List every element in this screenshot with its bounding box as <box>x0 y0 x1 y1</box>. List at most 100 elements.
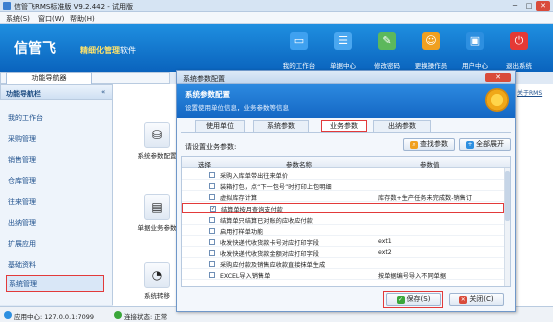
user-icon: ☺ <box>422 32 440 50</box>
table-row[interactable]: ✓ 结算单按月查询支付款 <box>182 203 504 214</box>
table-row[interactable]: 收发快递代收货款卡号对应打印字段 ext1 <box>182 237 504 247</box>
app-logo: 信管飞 <box>14 41 56 57</box>
documents-label[interactable]: 单据中心 <box>323 60 363 70</box>
nav-item-purchase[interactable]: 采购管理 <box>6 131 104 148</box>
window-titlebar: 信管飞RMS标准版 V9.2.442 - 试用版 ─ □ ✕ <box>0 0 553 12</box>
monitor-icon: ▣ <box>466 32 484 50</box>
scrollbar-thumb[interactable] <box>505 171 510 221</box>
list-icon: ☰ <box>334 32 352 50</box>
param-value[interactable]: 库存数+生产任务未完成数-销售订 <box>378 193 472 202</box>
database-gear-icon: ⛁ <box>144 122 170 148</box>
nav-item-workbench[interactable]: 我的工作台 <box>6 110 104 127</box>
monitor-icon: ▭ <box>290 32 308 50</box>
param-name: 结算单只结算已对账的应收应付款 <box>220 218 313 225</box>
param-name: 装箱打包，点“下一包号”时打印上包明细 <box>220 184 332 191</box>
tab-divider <box>181 132 511 133</box>
row-checkbox[interactable] <box>209 194 215 200</box>
param-value[interactable]: ext2 <box>378 249 392 256</box>
expand-all-button[interactable]: + 全部展开 <box>459 138 511 151</box>
table-row[interactable]: 采购入库单带出往来单价 <box>182 170 504 180</box>
collapse-icon[interactable]: « <box>101 88 105 96</box>
close-icon: ✕ <box>459 296 468 304</box>
workbench-button[interactable]: ▭ <box>287 32 311 50</box>
documents-button[interactable]: ☰ <box>331 32 355 50</box>
system-config-label: 系统参数配置 <box>137 152 177 160</box>
exit-button[interactable]: ⏻ <box>507 32 531 50</box>
table-header: 选择 参数名称 参数值 <box>182 157 510 169</box>
change-password-label[interactable]: 修改密码 <box>367 60 407 70</box>
row-checkbox[interactable] <box>209 172 215 178</box>
server-icon <box>4 311 12 319</box>
user-center-button[interactable]: ▣ <box>463 32 487 50</box>
nav-item-cashier[interactable]: 出纳管理 <box>6 215 104 232</box>
row-checkbox[interactable] <box>209 217 215 223</box>
dialog-header: 系统参数配置 设置使用单位信息，业务参数等信息 <box>177 84 515 118</box>
menu-bar: 系统(S) 窗口(W) 帮助(H) <box>0 12 553 24</box>
user-center-label[interactable]: 用户中心 <box>455 60 495 70</box>
row-checkbox[interactable] <box>209 239 215 245</box>
expand-icon: + <box>466 141 474 149</box>
table-row[interactable]: 收发快递代收货款金额对应打印字段 ext2 <box>182 248 504 258</box>
nav-item-sales[interactable]: 销售管理 <box>6 152 104 169</box>
row-checkbox[interactable]: ✓ <box>210 206 216 212</box>
param-value[interactable]: 按单据编号导入不同单据 <box>378 271 446 280</box>
nav-item-basic-data[interactable]: 基础资料 <box>6 257 104 274</box>
column-select: 选择 <box>198 161 211 169</box>
row-checkbox[interactable] <box>209 250 215 256</box>
exit-label[interactable]: 退出系统 <box>499 60 539 70</box>
close-button[interactable]: ✕ 关闭(C) <box>449 293 504 306</box>
search-params-button[interactable]: ⌕ 查找参数 <box>403 138 455 151</box>
table-row[interactable]: EXCEL导入销售单 按单据编号导入不同单据 <box>182 270 504 280</box>
param-value[interactable]: ext1 <box>378 238 392 245</box>
dialog-title: 系统参数配置 <box>183 75 225 83</box>
about-link[interactable]: 关于RMS <box>517 88 542 97</box>
tab-system-params[interactable]: 系统参数 <box>253 120 309 132</box>
nav-header: 功能导航栏 « <box>0 84 113 100</box>
documents-icon: ▤ <box>144 194 170 220</box>
save-label: 保存(S) <box>406 295 431 303</box>
power-icon: ⏻ <box>510 32 528 50</box>
change-password-button[interactable]: ✎ <box>375 32 399 50</box>
table-row[interactable]: 采购应付款及销售应收款直接抹单生成 <box>182 259 504 269</box>
switch-operator-button[interactable]: ☺ <box>419 32 443 50</box>
nav-item-accounts[interactable]: 往来管理 <box>6 194 104 211</box>
tab-organization[interactable]: 使用单位 <box>195 120 245 132</box>
row-checkbox[interactable] <box>209 228 215 234</box>
table-row[interactable]: 启用打样单功能 <box>182 226 504 236</box>
row-checkbox[interactable] <box>209 261 215 267</box>
search-params-label: 查找参数 <box>420 140 448 148</box>
key-icon: ✎ <box>378 32 396 50</box>
close-window-button[interactable]: ✕ <box>536 1 550 11</box>
param-name: 虚拟库存计算 <box>220 195 258 202</box>
table-row[interactable]: 虚拟库存计算 库存数+生产任务未完成数-销售订 <box>182 192 504 202</box>
slogan-text: 软件 <box>120 46 136 55</box>
nav-header-title: 功能导航栏 <box>6 90 41 98</box>
dialog-header-title: 系统参数配置 <box>185 90 230 99</box>
dialog-header-subtitle: 设置使用单位信息，业务参数等信息 <box>185 104 289 112</box>
nav-item-warehouse[interactable]: 仓库管理 <box>6 173 104 190</box>
row-checkbox[interactable] <box>209 183 215 189</box>
table-row[interactable]: 结算单只结算已对账的应收应付款 <box>182 215 504 225</box>
tab-cashier-params[interactable]: 出纳参数 <box>373 120 431 132</box>
nav-item-system-management[interactable]: 系统管理 <box>6 275 104 292</box>
setting-label: 请设置业务参数: <box>185 143 237 151</box>
tab-function-navigator[interactable]: 功能导航器 <box>6 72 92 84</box>
row-checkbox[interactable] <box>209 272 215 278</box>
maximize-button[interactable]: □ <box>522 1 536 11</box>
nav-item-extensions[interactable]: 扩展应用 <box>6 236 104 253</box>
dialog-close-button[interactable]: ✕ <box>485 73 511 82</box>
switch-operator-label[interactable]: 更换操作员 <box>411 60 451 70</box>
workbench-label[interactable]: 我的工作台 <box>279 60 319 70</box>
save-button[interactable]: ✓ 保存(S) <box>386 293 441 306</box>
menu-window[interactable]: 窗口(W) <box>38 14 64 24</box>
window-title: 信管飞RMS标准版 V9.2.442 - 试用版 <box>14 3 134 11</box>
params-table: 选择 参数名称 参数值 采购入库单带出往来单价装箱打包，点“下一包号”时打印上包… <box>181 156 511 287</box>
server-status: 应用中心: 127.0.0.1:7099 <box>14 313 94 321</box>
search-icon: ⌕ <box>410 141 418 149</box>
table-row[interactable]: 装箱打包，点“下一包号”时打印上包明细 <box>182 181 504 191</box>
menu-help[interactable]: 帮助(H) <box>70 14 95 24</box>
menu-system[interactable]: 系统(S) <box>6 14 30 24</box>
tab-business-params[interactable]: 业务参数 <box>321 120 367 132</box>
minimize-button[interactable]: ─ <box>508 1 522 11</box>
transfer-icon: ◔ <box>144 262 170 288</box>
